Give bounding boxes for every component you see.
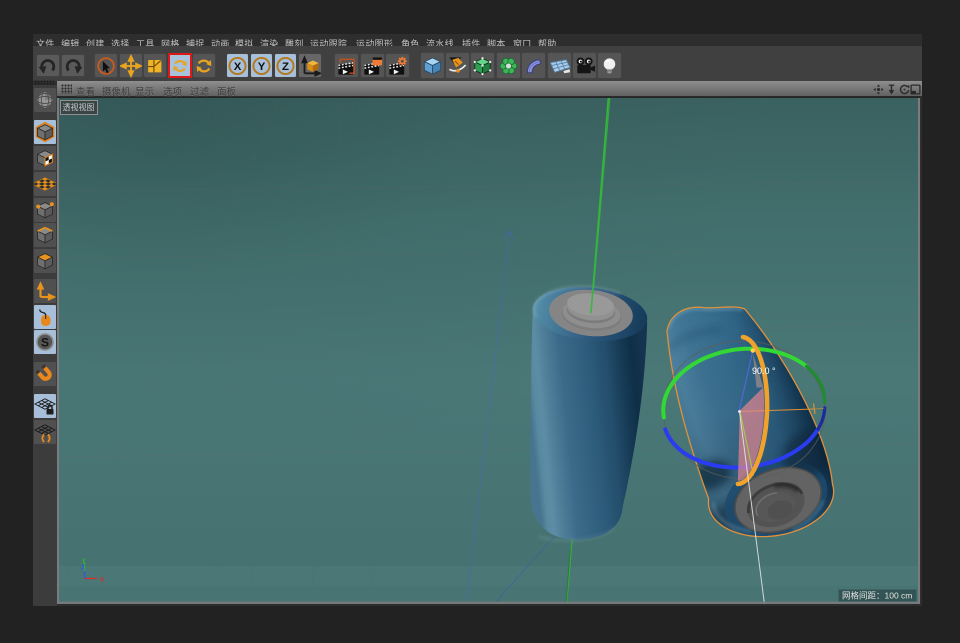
svg-text:S: S [41, 335, 49, 349]
svg-text:Z: Z [282, 61, 289, 73]
svg-text:网格间距：100 cm: 网格间距：100 cm [842, 591, 912, 601]
svg-text:90.0 °: 90.0 ° [752, 366, 776, 376]
svg-text:Y: Y [258, 61, 266, 73]
svg-text:X: X [234, 61, 242, 73]
svg-text:Z: Z [81, 565, 85, 572]
svg-text:X: X [100, 577, 105, 584]
